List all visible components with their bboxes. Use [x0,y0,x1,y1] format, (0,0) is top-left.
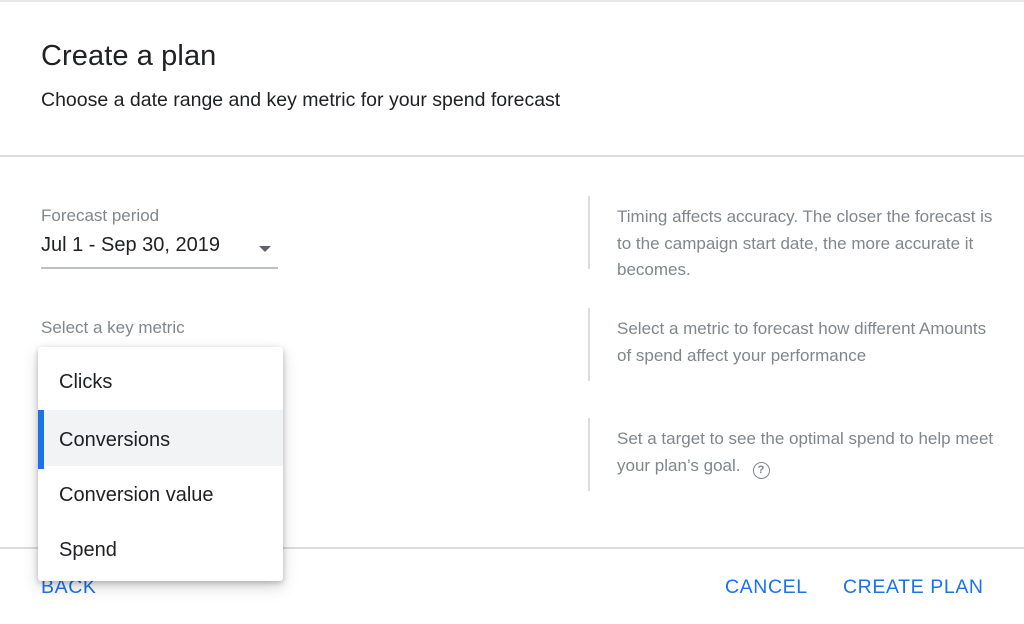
menu-item-spend[interactable]: Spend [38,520,283,576]
dialog-header: Create a plan Choose a date range and ke… [0,0,1024,157]
header-divider [0,155,1024,157]
target-help-text: Set a target to see the optimal spend to… [617,429,994,475]
menu-item-conversions[interactable]: Conversions [38,410,283,469]
help-divider [588,418,590,491]
menu-item-label: Conversion value [59,484,214,506]
forecast-period-label: Forecast period [41,206,160,225]
dropdown-caret-icon [259,246,271,252]
select-underline [41,267,278,269]
menu-item-label: Spend [59,539,117,561]
menu-item-label: Conversions [59,429,171,451]
dialog-title: Create a plan [41,40,217,72]
create-plan-button[interactable]: CREATE PLAN [843,576,984,599]
menu-item-conversion-value[interactable]: Conversion value [38,465,283,521]
dialog-subtitle: Choose a date range and key metric for y… [41,89,561,111]
menu-item-clicks[interactable]: Clicks [38,355,283,411]
help-divider [588,196,590,269]
forecast-period-value: Jul 1 - Sep 30, 2019 [41,234,221,256]
menu-item-label: Clicks [59,371,113,393]
help-divider [588,308,590,381]
key-metric-menu: Clicks Conversions Conversion value Spen… [38,347,283,581]
key-metric-label: Select a key metric [41,318,185,337]
selection-indicator [38,410,44,469]
metric-help-text: Select a metric to forecast how differen… [617,319,987,365]
target-help: Set a target to see the optimal spend to… [617,426,997,479]
timing-help-text: Timing affects accuracy. The closer the … [617,207,993,279]
help-circle-icon[interactable]: ? [752,461,770,479]
forecast-period-select[interactable]: Jul 1 - Sep 30, 2019 [41,232,278,270]
create-plan-dialog: Create a plan Choose a date range and ke… [0,0,1024,624]
cancel-button[interactable]: CANCEL [725,576,808,599]
